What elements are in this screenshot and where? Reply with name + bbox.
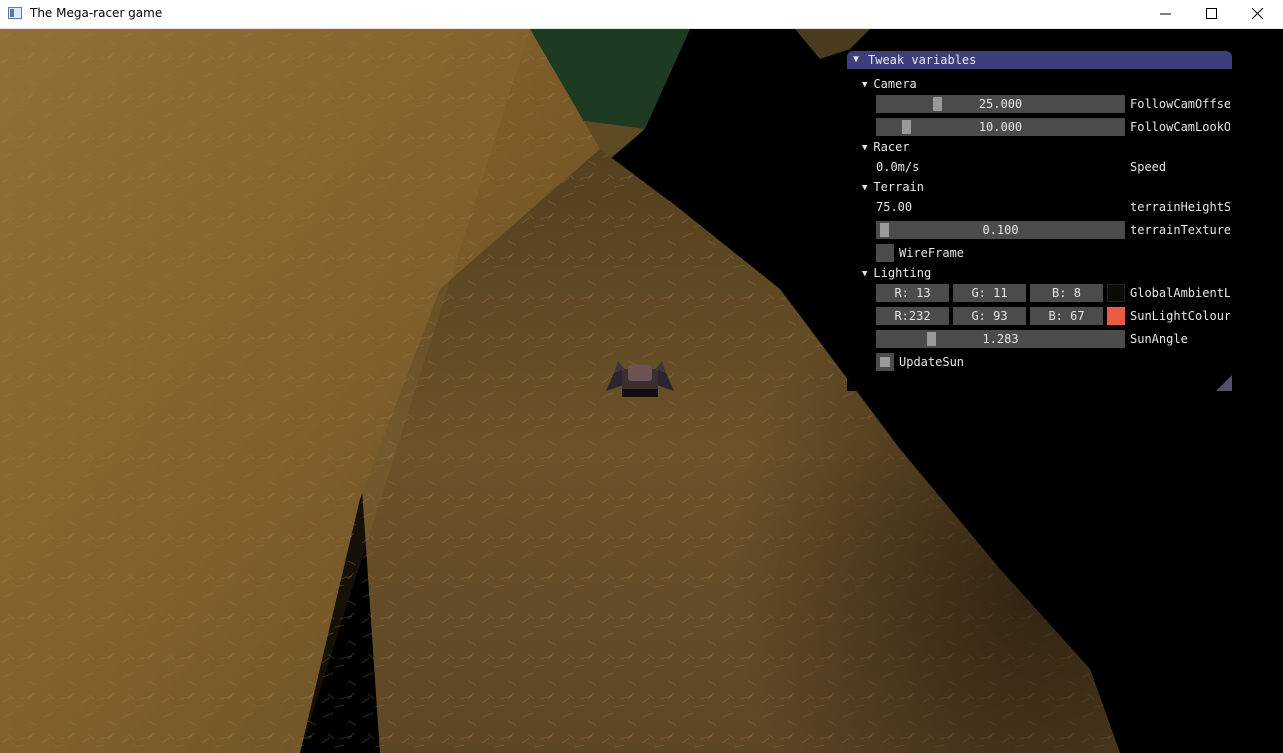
- resize-grip-icon[interactable]: [1216, 375, 1232, 391]
- terrain-height-value: 75.00: [876, 200, 913, 214]
- speed-value: 0.0m/s: [876, 160, 920, 174]
- speed-label: Speed: [1130, 160, 1167, 174]
- follow-cam-offset-slider[interactable]: 25.000: [876, 95, 1125, 113]
- racer-car: [606, 361, 674, 397]
- sun-b-field[interactable]: B: 67: [1030, 307, 1103, 325]
- wireframe-checkbox[interactable]: [876, 244, 894, 262]
- follow-cam-look-label: FollowCamLookO: [1130, 120, 1230, 134]
- section-camera-header[interactable]: ▼ Camera: [862, 77, 917, 91]
- global-ambient-label: GlobalAmbientL: [1130, 286, 1230, 300]
- window-title: The Mega-racer game: [30, 6, 163, 20]
- update-sun-checkbox[interactable]: [876, 353, 894, 371]
- sun-angle-label: SunAngle: [1130, 332, 1188, 346]
- tree-arrow-icon: ▼: [862, 143, 868, 153]
- maximize-icon: [1206, 8, 1217, 19]
- sun-color-swatch[interactable]: [1107, 307, 1125, 325]
- ambient-r-field[interactable]: R: 13: [876, 284, 949, 302]
- follow-cam-look-slider[interactable]: 10.000: [876, 118, 1125, 136]
- minimize-button[interactable]: [1143, 0, 1189, 29]
- sun-r-field[interactable]: R:232: [876, 307, 949, 325]
- section-terrain-header[interactable]: ▼ Terrain: [862, 180, 924, 194]
- section-racer-header[interactable]: ▼ Racer: [862, 140, 910, 154]
- terrain-texture-slider[interactable]: 0.100: [876, 221, 1125, 239]
- panel-titlebar[interactable]: ▼ Tweak variables: [847, 51, 1232, 69]
- sun-g-field[interactable]: G: 93: [953, 307, 1026, 325]
- close-button[interactable]: [1235, 0, 1281, 29]
- slider-value: 25.000: [978, 97, 1023, 111]
- panel-title: Tweak variables: [868, 53, 977, 67]
- sun-angle-slider[interactable]: 1.283: [876, 330, 1125, 348]
- minimize-icon: [1160, 13, 1171, 15]
- terrain-texture-label: terrainTexture: [1130, 223, 1230, 237]
- window-titlebar: The Mega-racer game: [0, 0, 1283, 29]
- follow-cam-offset-label: FollowCamOffse: [1130, 97, 1230, 111]
- ambient-color-swatch[interactable]: [1107, 284, 1125, 302]
- close-icon: [1252, 8, 1264, 20]
- slider-value: 0.100: [982, 223, 1019, 237]
- checkmark-icon: [880, 357, 890, 367]
- tree-arrow-icon: ▼: [862, 269, 868, 279]
- wireframe-label: WireFrame: [899, 246, 965, 260]
- slider-value: 1.283: [982, 332, 1019, 346]
- update-sun-label: UpdateSun: [899, 355, 965, 369]
- collapse-arrow-icon[interactable]: ▼: [853, 54, 859, 65]
- ambient-b-field[interactable]: B: 8: [1030, 284, 1103, 302]
- tree-arrow-icon: ▼: [862, 80, 868, 90]
- sun-light-colour-label: SunLightColour: [1130, 309, 1230, 323]
- slider-value: 10.000: [978, 120, 1023, 134]
- section-lighting-header[interactable]: ▼ Lighting: [862, 266, 931, 280]
- terrain-height-label: terrainHeightS: [1130, 200, 1230, 214]
- ambient-g-field[interactable]: G: 11: [953, 284, 1026, 302]
- tree-arrow-icon: ▼: [862, 183, 868, 193]
- tweak-variables-panel[interactable]: ▼ Tweak variables ▼ Camera 25.000 FollowC…: [847, 51, 1232, 391]
- app-icon: [8, 7, 22, 19]
- maximize-button[interactable]: [1189, 0, 1235, 29]
